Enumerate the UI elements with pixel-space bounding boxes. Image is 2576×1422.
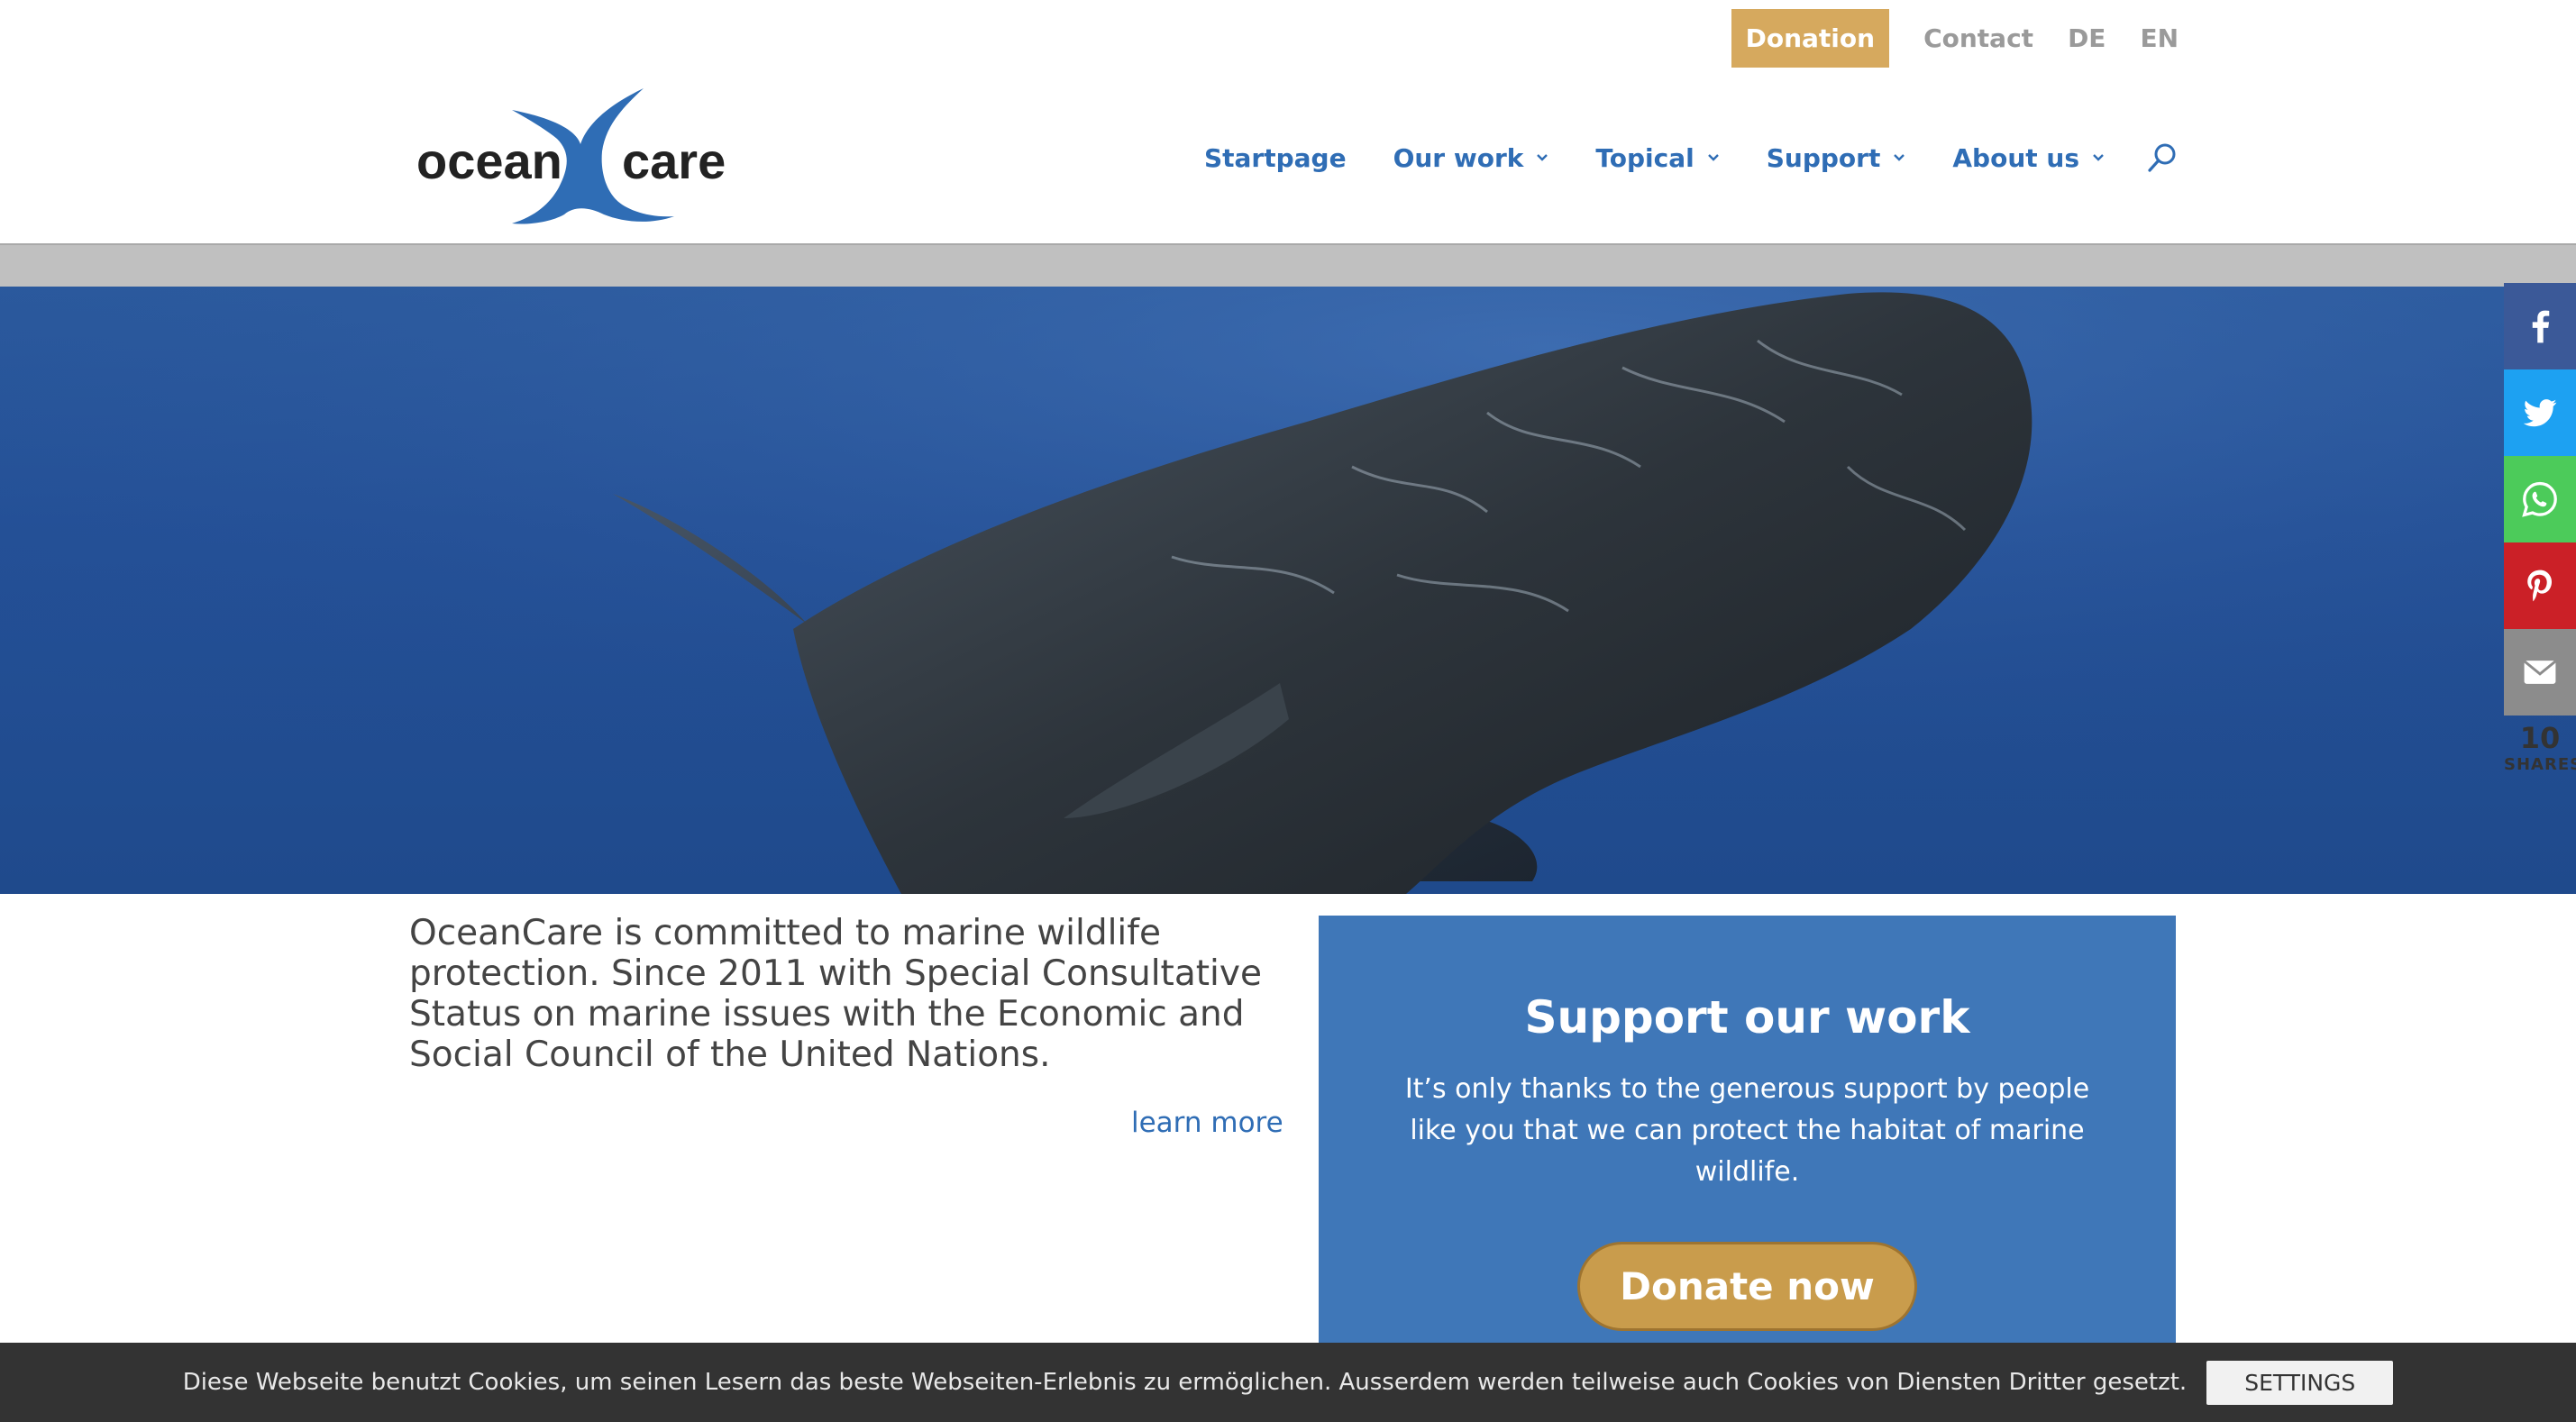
nav-our-work-label: Our work bbox=[1393, 142, 1524, 173]
pinterest-share-button[interactable] bbox=[2504, 542, 2576, 629]
social-share-bar: 10 SHARES bbox=[2504, 283, 2576, 774]
nav-topical-label: Topical bbox=[1595, 142, 1694, 173]
email-share-button[interactable] bbox=[2504, 629, 2576, 716]
chevron-down-icon bbox=[1537, 154, 1548, 161]
nav-topical[interactable]: Topical bbox=[1595, 143, 1719, 173]
pinterest-icon bbox=[2527, 570, 2553, 602]
oceancare-logo[interactable]: ocean care bbox=[413, 81, 737, 225]
logo-graphic: ocean care bbox=[416, 88, 726, 224]
header-divider-strip bbox=[0, 243, 2576, 287]
chevron-down-icon bbox=[1707, 154, 1719, 161]
whatsapp-share-button[interactable] bbox=[2504, 456, 2576, 542]
cookie-banner: Diese Webseite benutzt Cookies, um seine… bbox=[0, 1343, 2576, 1422]
intro-paragraph: OceanCare is committed to marine wildlif… bbox=[409, 913, 1262, 1075]
whale-illustration bbox=[0, 287, 2576, 894]
chevron-down-icon bbox=[1894, 154, 1905, 161]
share-count: 10 bbox=[2519, 721, 2561, 755]
top-bar: Donation Contact DE EN bbox=[1731, 9, 2179, 68]
cookie-text: Diese Webseite benutzt Cookies, um seine… bbox=[182, 1369, 2188, 1396]
chevron-down-icon bbox=[2093, 154, 2104, 161]
whatsapp-icon bbox=[2522, 481, 2557, 517]
facebook-share-button[interactable] bbox=[2504, 283, 2576, 369]
donation-button[interactable]: Donation bbox=[1731, 9, 1890, 68]
cookie-settings-button[interactable]: SETTINGS bbox=[2206, 1360, 2394, 1405]
nav-startpage[interactable]: Startpage bbox=[1204, 143, 1347, 173]
twitter-icon bbox=[2523, 399, 2557, 427]
nav-about-us[interactable]: About us bbox=[1952, 143, 2105, 173]
support-text: It’s only thanks to the generous support… bbox=[1404, 1073, 2090, 1188]
nav-support-label: Support bbox=[1766, 142, 1881, 173]
hero-whale-image bbox=[0, 287, 2576, 894]
nav-our-work[interactable]: Our work bbox=[1393, 143, 1549, 173]
nav-startpage-label: Startpage bbox=[1203, 142, 1347, 173]
search-icon[interactable] bbox=[2146, 141, 2179, 174]
language-de-link[interactable]: DE bbox=[2068, 23, 2106, 53]
email-icon bbox=[2524, 660, 2556, 684]
support-title: Support our work bbox=[1524, 991, 1970, 1044]
twitter-share-button[interactable] bbox=[2504, 369, 2576, 456]
language-en-link[interactable]: EN bbox=[2140, 23, 2179, 53]
learn-more-link[interactable]: learn more bbox=[1131, 1107, 1283, 1139]
logo-text-care: care bbox=[622, 132, 726, 189]
nav-support[interactable]: Support bbox=[1767, 143, 1906, 173]
logo-text-ocean: ocean bbox=[416, 132, 562, 189]
facebook-icon bbox=[2532, 310, 2550, 343]
donate-now-button[interactable]: Donate now bbox=[1577, 1242, 1917, 1331]
main-navigation: Startpage Our work Topical Support About… bbox=[1157, 135, 2179, 180]
share-count-label: SHARES bbox=[2504, 755, 2576, 774]
contact-link[interactable]: Contact bbox=[1923, 23, 2033, 53]
nav-about-us-label: About us bbox=[1952, 142, 2079, 173]
